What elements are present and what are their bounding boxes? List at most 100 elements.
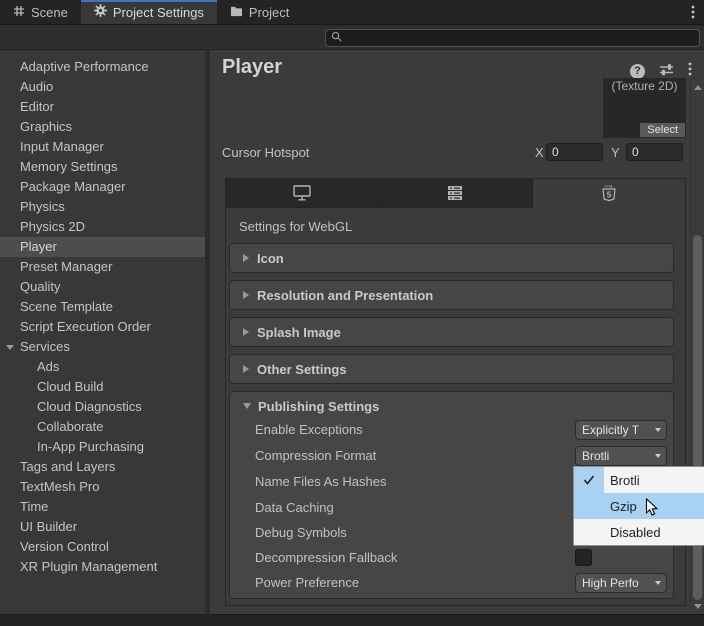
sidebar-item-graphics[interactable]: Graphics	[0, 117, 205, 137]
sidebar-item-script-execution-order[interactable]: Script Execution Order	[0, 317, 205, 337]
foldout-collapsed-icon	[243, 291, 249, 299]
sidebar-item-cloud-build[interactable]: Cloud Build	[0, 377, 205, 397]
settings-category-list: Adaptive Performance Audio Editor Graphi…	[0, 50, 205, 614]
sidebar-item-time[interactable]: Time	[0, 497, 205, 517]
sidebar-item-in-app-purchasing[interactable]: In-App Purchasing	[0, 437, 205, 457]
webgl-html5-icon: HTML 5	[602, 184, 616, 202]
sidebar-item-ads[interactable]: Ads	[0, 357, 205, 377]
server-icon	[448, 186, 463, 200]
checkmark-gutter	[574, 493, 604, 519]
svg-text:5: 5	[607, 191, 612, 200]
sidebar-item-physics[interactable]: Physics	[0, 197, 205, 217]
menu-item-gzip[interactable]: Gzip	[574, 493, 704, 519]
section-other-settings[interactable]: Other Settings	[229, 354, 674, 384]
sidebar-item-collaborate[interactable]: Collaborate	[0, 417, 205, 437]
platform-tab-desktop[interactable]	[226, 179, 380, 208]
chevron-down-icon	[655, 581, 661, 585]
compression-format-dropdown[interactable]: Brotli	[575, 446, 667, 466]
sidebar-item-package-manager[interactable]: Package Manager	[0, 177, 205, 197]
desktop-monitor-icon	[293, 185, 311, 201]
menu-item-label: Gzip	[610, 498, 637, 514]
menu-item-disabled[interactable]: Disabled	[574, 519, 704, 545]
dropdown-value: Brotli	[582, 449, 610, 463]
decompression-fallback-checkbox[interactable]	[575, 549, 592, 566]
cursor-hotspot-label: Cursor Hotspot	[222, 145, 310, 160]
x-axis-label: X	[535, 145, 544, 160]
window-menu-button[interactable]	[682, 0, 704, 24]
gear-icon	[93, 4, 107, 20]
default-cursor-texture-preview[interactable]: (Texture 2D) Select	[603, 78, 686, 138]
debug-symbols-label: Debug Symbols	[255, 525, 347, 540]
sidebar-item-services[interactable]: Services	[0, 337, 205, 357]
sidebar-item-audio[interactable]: Audio	[0, 77, 205, 97]
tab-label: Project Settings	[112, 4, 204, 20]
section-resolution-and-presentation[interactable]: Resolution and Presentation	[229, 280, 674, 310]
foldout-expanded-icon[interactable]	[6, 345, 14, 350]
sidebar-item-editor[interactable]: Editor	[0, 97, 205, 117]
dropdown-value: High Perfo	[582, 576, 639, 590]
compression-format-label: Compression Format	[255, 448, 377, 463]
settings-for-label: Settings for WebGL	[239, 219, 353, 234]
sidebar-item-version-control[interactable]: Version Control	[0, 537, 205, 557]
sidebar-item-cloud-diagnostics[interactable]: Cloud Diagnostics	[0, 397, 205, 417]
tab-scene[interactable]: Scene	[0, 0, 81, 24]
search-input[interactable]	[346, 31, 699, 45]
sidebar-item-scene-template[interactable]: Scene Template	[0, 297, 205, 317]
panel-kebab-icon[interactable]	[688, 62, 692, 81]
chevron-down-icon	[655, 454, 661, 458]
help-icon[interactable]: ?	[630, 64, 645, 79]
svg-text:HTML: HTML	[604, 184, 613, 188]
player-settings-panel: Player ? (Texture 2D) Select Cursor Hots…	[210, 50, 704, 614]
page-title: Player	[222, 56, 283, 78]
sidebar-item-input-manager[interactable]: Input Manager	[0, 137, 205, 157]
sidebar-item-ui-builder[interactable]: UI Builder	[0, 517, 205, 537]
name-files-as-hashes-label: Name Files As Hashes	[255, 474, 387, 489]
compression-format-menu: Brotli Gzip Disabled	[573, 466, 704, 546]
chevron-down-icon	[655, 428, 661, 432]
folder-icon	[230, 5, 243, 20]
search-box[interactable]	[325, 29, 700, 47]
enable-exceptions-label: Enable Exceptions	[255, 422, 363, 437]
publishing-settings-header[interactable]: Publishing Settings	[230, 395, 379, 417]
dropdown-value: Explicitly T	[582, 423, 640, 437]
platform-tab-strip: HTML 5	[226, 179, 685, 208]
sidebar-item-xr-plugin-management[interactable]: XR Plugin Management	[0, 557, 205, 577]
select-texture-button[interactable]: Select	[640, 123, 685, 137]
platform-tab-dedicated-server[interactable]	[379, 179, 533, 208]
tab-project-settings[interactable]: Project Settings	[80, 0, 217, 24]
sidebar-item-tags-and-layers[interactable]: Tags and Layers	[0, 457, 205, 477]
menu-item-label: Brotli	[610, 472, 640, 488]
hotspot-x-field[interactable]	[546, 143, 603, 161]
sidebar-item-adaptive-performance[interactable]: Adaptive Performance	[0, 57, 205, 77]
sidebar-item-label: Services	[20, 339, 70, 354]
tab-label: Project	[248, 4, 290, 20]
checkmark-gutter	[574, 467, 604, 493]
enable-exceptions-dropdown[interactable]: Explicitly T	[575, 420, 667, 440]
search-icon	[331, 29, 342, 47]
platform-tab-webgl[interactable]: HTML 5	[532, 179, 685, 208]
section-icon[interactable]: Icon	[229, 243, 674, 273]
decompression-fallback-label: Decompression Fallback	[255, 550, 398, 565]
hotspot-y-field[interactable]	[626, 143, 683, 161]
scroll-up-arrow-icon[interactable]	[693, 85, 702, 90]
grid-icon	[13, 5, 25, 20]
mouse-cursor	[645, 498, 659, 516]
sidebar-item-textmesh-pro[interactable]: TextMesh Pro	[0, 477, 205, 497]
section-label: Icon	[257, 250, 284, 266]
tab-label: Scene	[31, 4, 68, 20]
sidebar-item-preset-manager[interactable]: Preset Manager	[0, 257, 205, 277]
y-axis-label: Y	[611, 145, 620, 160]
section-label: Splash Image	[257, 324, 341, 340]
section-splash-image[interactable]: Splash Image	[229, 317, 674, 347]
sidebar-item-physics-2d[interactable]: Physics 2D	[0, 217, 205, 237]
sidebar-item-player[interactable]: Player	[0, 237, 205, 257]
tab-project[interactable]: Project	[217, 0, 302, 24]
sidebar-item-memory-settings[interactable]: Memory Settings	[0, 157, 205, 177]
toolbar	[0, 25, 704, 50]
scroll-down-arrow-icon[interactable]	[694, 604, 702, 609]
power-preference-dropdown[interactable]: High Perfo	[575, 573, 667, 593]
window-tab-bar: Scene Project Settings Project	[0, 0, 704, 25]
menu-item-brotli[interactable]: Brotli	[574, 467, 704, 493]
checkmark-icon	[583, 475, 595, 485]
sidebar-item-quality[interactable]: Quality	[0, 277, 205, 297]
